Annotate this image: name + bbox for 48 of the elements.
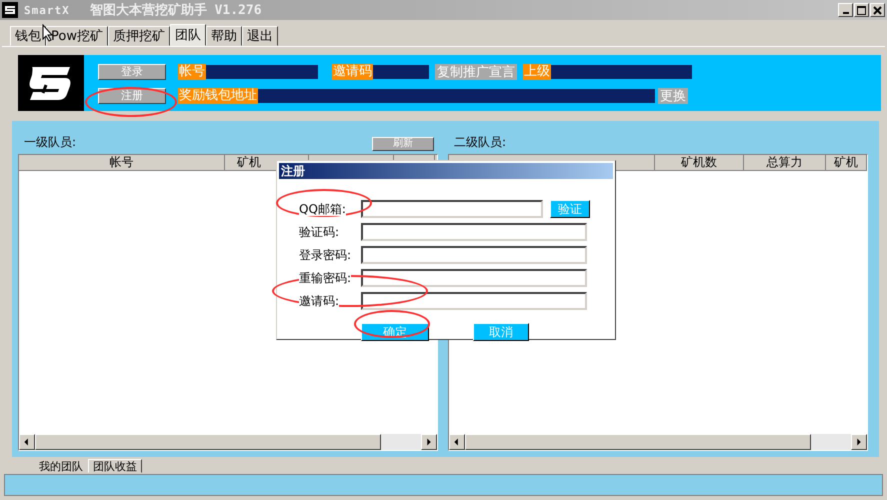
window-title: 智图大本营挖矿助手 V1.276 [90, 2, 262, 19]
field-label: 重输密码: [299, 271, 352, 285]
scroll-right-icon[interactable] [851, 434, 867, 450]
field-label: 登录密码: [299, 248, 352, 262]
close-button[interactable] [870, 3, 885, 17]
scroll-right-icon[interactable] [421, 434, 437, 450]
tab[interactable]: 帮助 [206, 26, 242, 46]
invite-code-field [373, 65, 429, 79]
wallet-address-label: 奖励钱包地址 [178, 88, 258, 104]
account-label: 帐号 [178, 64, 206, 80]
scroll-left-icon[interactable] [19, 434, 35, 450]
tab[interactable]: 质押挖矿 [108, 26, 170, 46]
panel-title: 一级队员: [24, 134, 76, 151]
app-name: SmartX [24, 4, 70, 16]
column-header[interactable]: 矿机 [826, 155, 867, 171]
field-label: QQ邮箱: [299, 202, 346, 216]
tab[interactable]: 团队收益 [88, 459, 142, 473]
input-field[interactable] [361, 246, 587, 264]
minimize-button[interactable] [838, 3, 853, 17]
horizontal-scrollbar[interactable] [19, 434, 437, 450]
app-logo-icon [2, 2, 18, 18]
input-field[interactable] [361, 292, 587, 310]
panel-title: 二级队员: [454, 134, 506, 151]
input-field[interactable] [361, 269, 587, 287]
tab[interactable]: 退出 [242, 26, 278, 46]
invite-code-label: 邀请码 [332, 64, 373, 80]
scroll-left-icon[interactable] [449, 434, 465, 450]
scrollbar-thumb[interactable] [35, 434, 381, 450]
tab[interactable]: Pow挖矿 [46, 26, 108, 46]
input-field[interactable] [361, 223, 587, 241]
minimize-icon [842, 12, 848, 14]
parent-label: 上级 [523, 64, 551, 80]
field-label: 邀请码: [299, 294, 340, 308]
column-header[interactable]: 帐号 [19, 155, 225, 171]
maximize-button[interactable] [854, 3, 869, 17]
close-icon [873, 6, 882, 14]
tab[interactable]: 我的团队 [34, 459, 88, 473]
input-field[interactable] [361, 200, 543, 218]
tab[interactable]: 团队 [170, 24, 206, 46]
column-header[interactable]: 总算力 [744, 155, 826, 171]
dialog-title: 注册 [279, 163, 613, 179]
field-label: 验证码: [299, 225, 340, 239]
mouse-cursor-icon [42, 24, 54, 42]
maximize-icon [857, 6, 866, 14]
horizontal-scrollbar[interactable] [449, 434, 867, 450]
tab[interactable]: 钱包 [10, 26, 46, 46]
scrollbar-thumb[interactable] [465, 434, 811, 450]
column-header[interactable]: 矿机数 [654, 155, 744, 171]
